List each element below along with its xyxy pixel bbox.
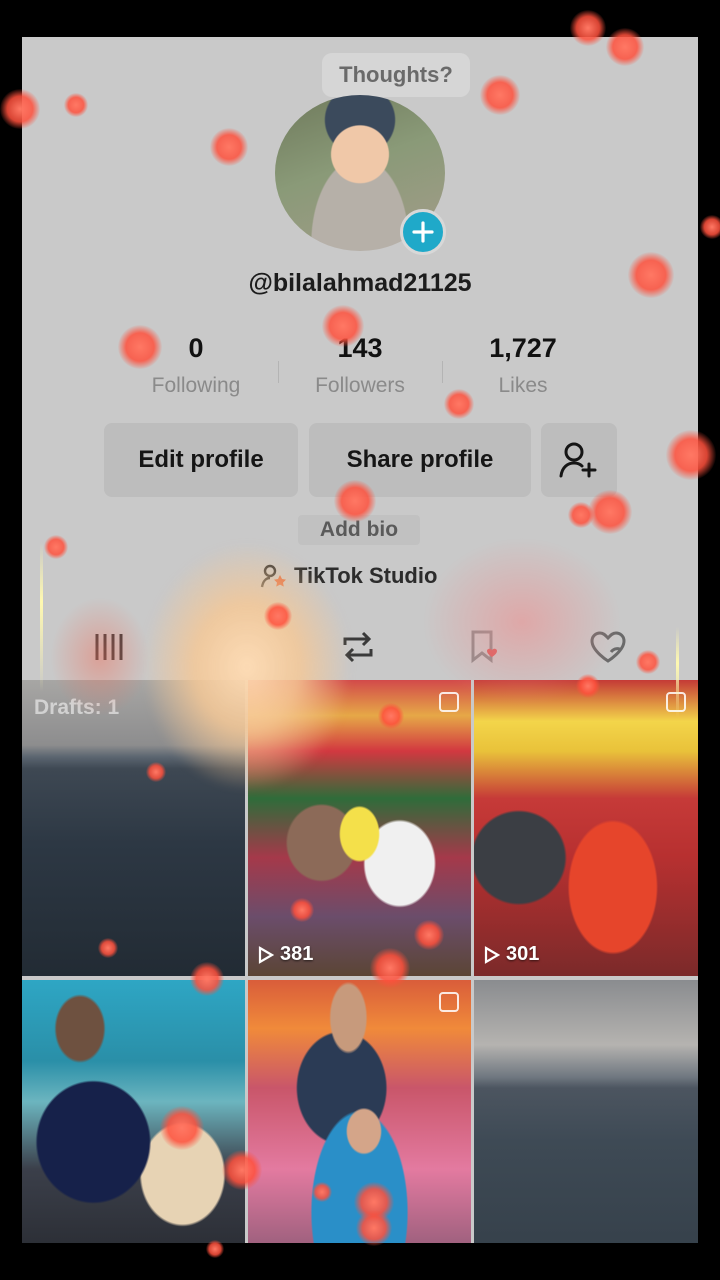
divider [278,361,279,383]
stat-value: 1,727 [489,333,557,363]
video-thumbnail[interactable]: 381 [248,680,471,976]
select-checkbox[interactable] [439,992,459,1012]
add-friends-button[interactable] [541,423,617,497]
video-thumbnail[interactable] [474,980,698,1243]
tiktok-studio-link[interactable]: TikTok Studio [260,561,437,591]
video-thumbnail[interactable]: 301 [474,680,698,976]
edit-profile-button[interactable]: Edit profile [104,423,298,497]
view-count-value: 381 [280,943,314,965]
video-thumbnail[interactable] [22,980,245,1243]
view-count: 381 [258,943,313,966]
studio-label: TikTok Studio [294,563,438,588]
drafts-label: Drafts: 1 [34,696,120,719]
liked-heart-icon [590,631,626,663]
stat-value: 143 [337,333,383,363]
grid-icon [95,634,123,660]
view-count: 301 [484,943,539,966]
video-thumbnail[interactable] [248,980,471,1243]
view-count-value: 301 [506,943,540,965]
tab-liked[interactable] [578,617,638,677]
stat-value: 0 [188,333,204,363]
stat-label: Following [151,374,241,397]
plus-icon [412,221,434,243]
profile-screen: Thoughts? @bilalahmad21125 0 Following 1… [22,37,698,1243]
share-profile-button[interactable]: Share profile [309,423,531,497]
play-icon [484,945,500,964]
tab-videos[interactable] [78,617,138,677]
add-story-button[interactable] [400,209,446,255]
select-checkbox[interactable] [439,692,459,712]
username: @bilalahmad21125 [248,269,472,297]
stat-followers[interactable]: 143 Followers [285,333,435,398]
stat-label: Likes [498,374,548,397]
thoughts-bubble[interactable]: Thoughts? [322,53,470,97]
divider [442,361,443,383]
add-bio-button[interactable]: Add bio [298,515,420,545]
tab-favorites[interactable] [454,617,514,677]
bookmark-icon [471,630,497,664]
stat-likes[interactable]: 1,727 Likes [448,333,598,398]
stat-label: Followers [315,374,405,397]
add-person-icon [559,442,597,478]
stat-following[interactable]: 0 Following [121,333,271,398]
play-icon [258,945,274,964]
tab-reposts[interactable] [328,617,388,677]
video-thumbnail[interactable]: Drafts: 1 [22,680,245,976]
repost-icon [343,631,373,663]
select-checkbox[interactable] [666,692,686,712]
content-tabs [22,617,698,677]
particle [700,215,720,239]
studio-icon [260,564,286,588]
